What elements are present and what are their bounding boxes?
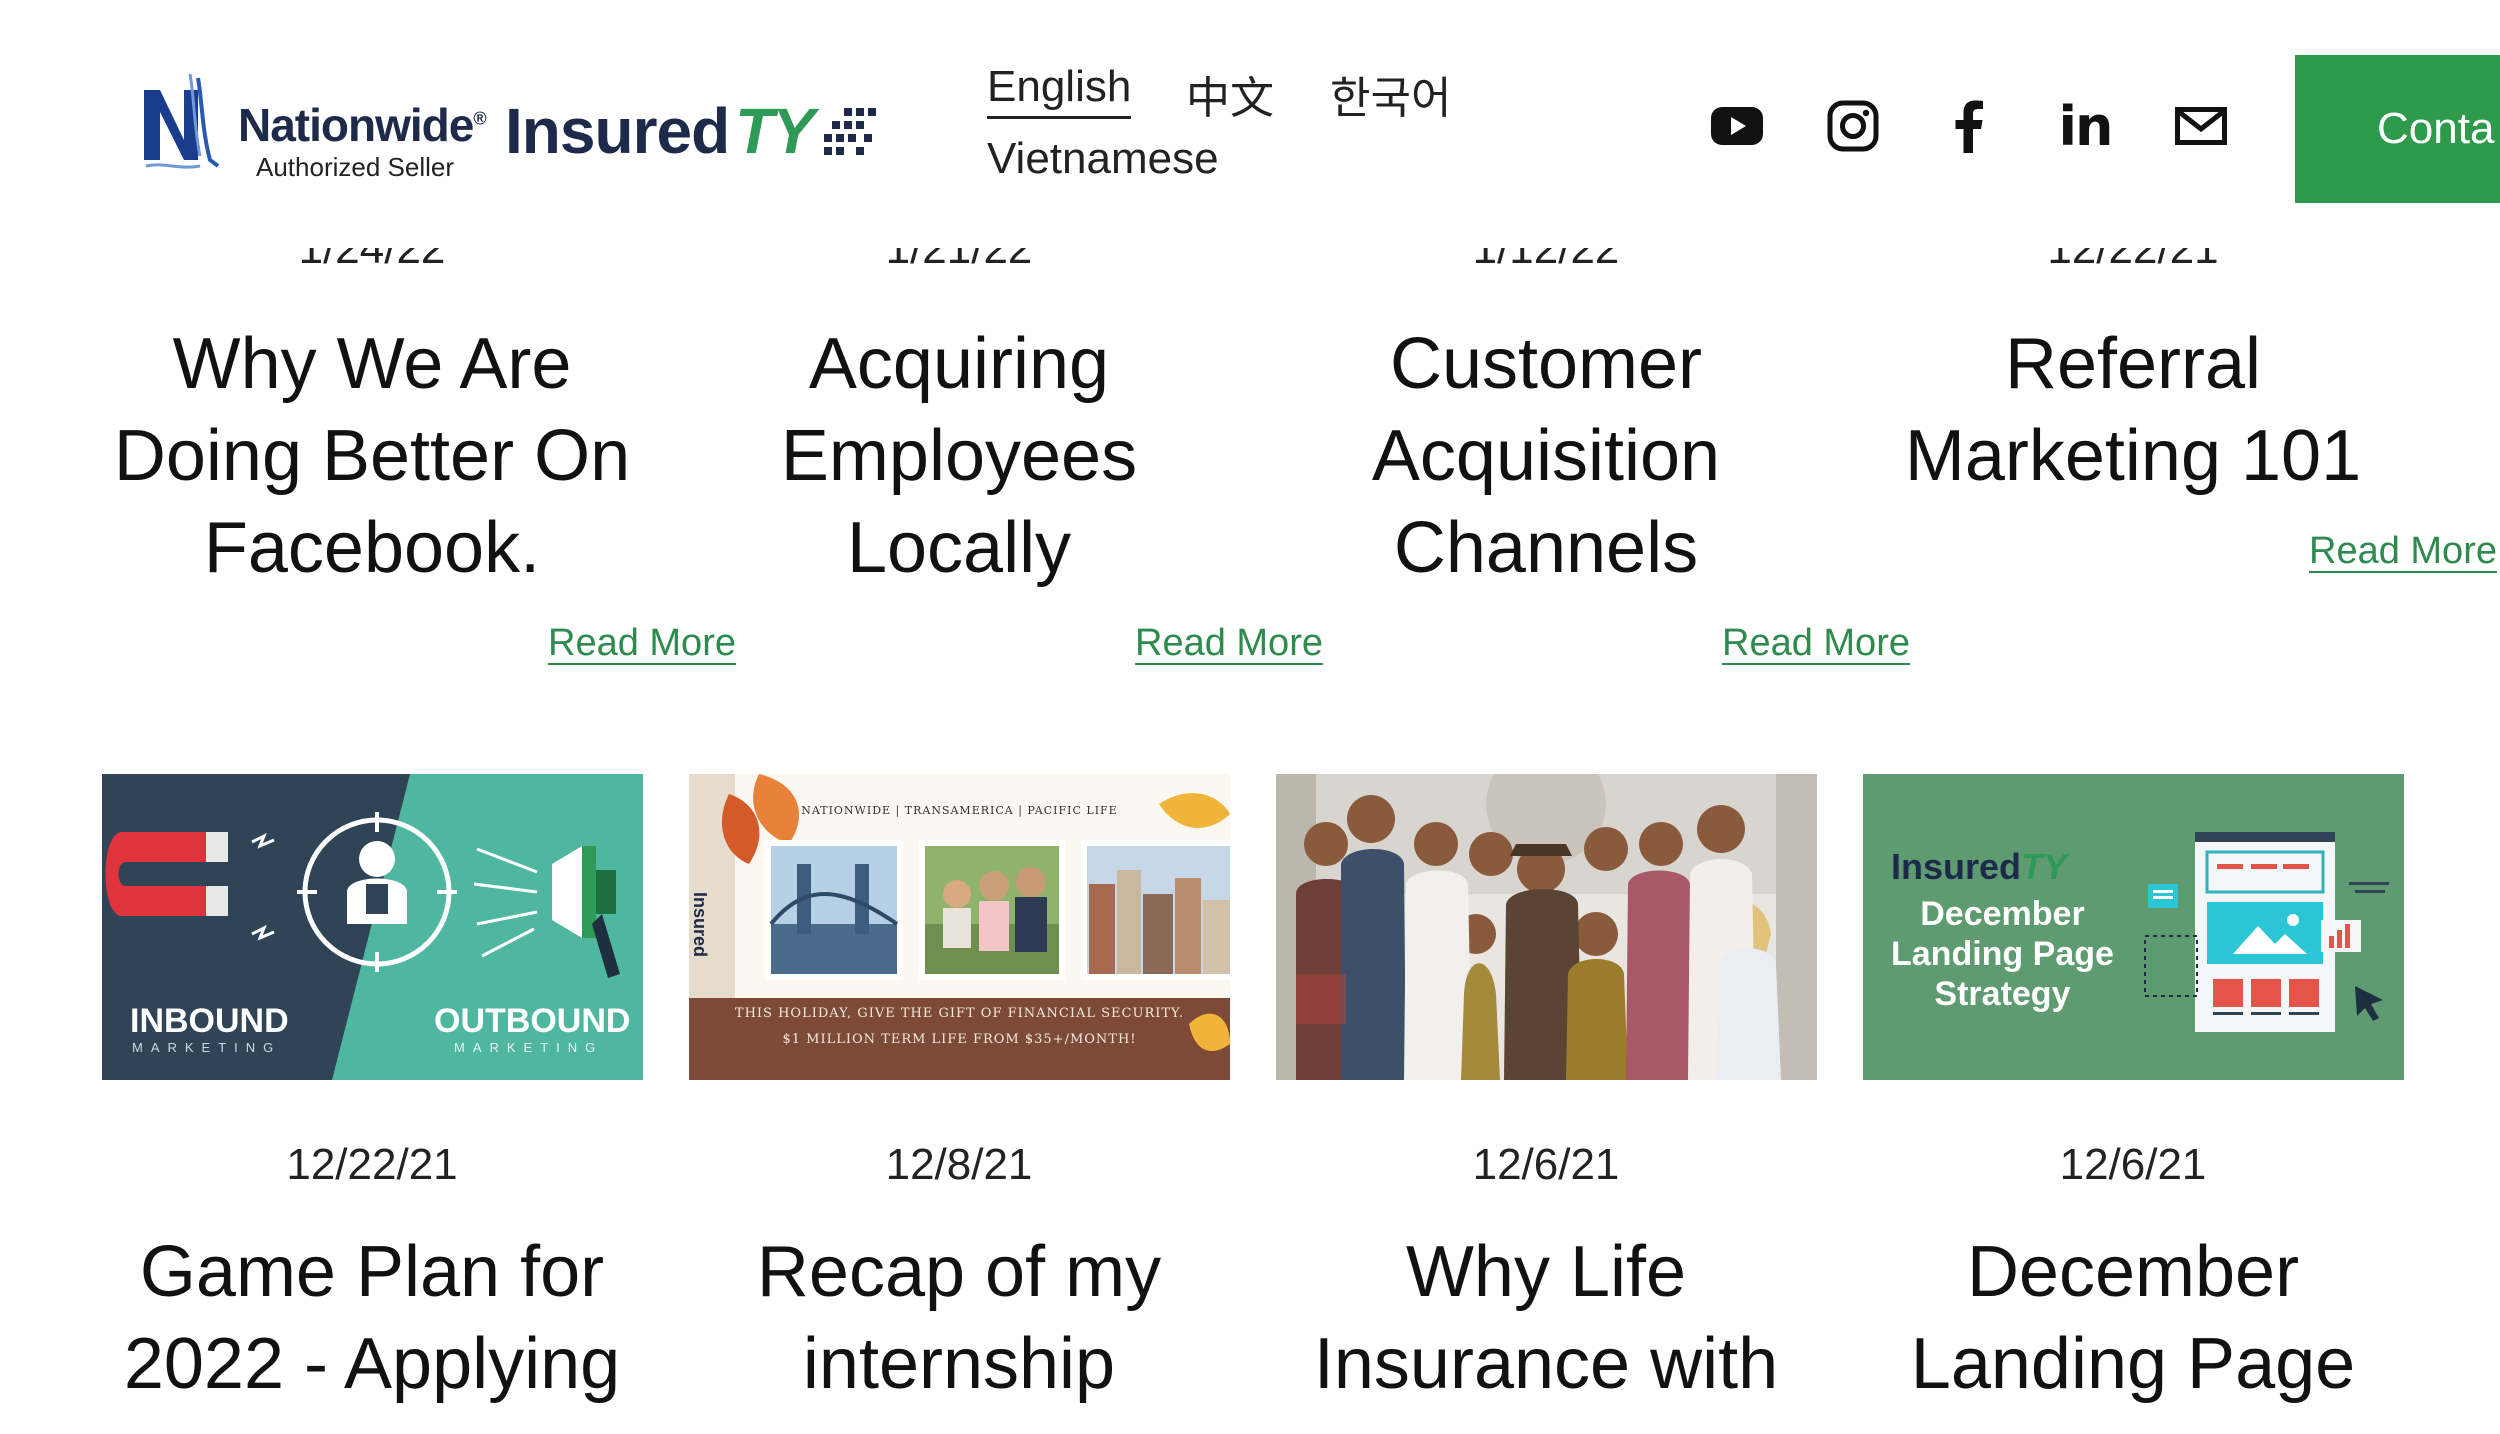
post-title[interactable]: Referral Marketing 101 — [1863, 318, 2403, 502]
post-title[interactable]: Acquiring Employees Locally — [689, 318, 1229, 594]
site-logo[interactable]: Nationwide® Authorized Seller Insured TY — [140, 70, 880, 190]
lang-english-link[interactable]: English — [987, 62, 1132, 119]
thumb-caption-line: Strategy — [1934, 975, 2071, 1013]
title-line: Customer — [1389, 324, 1703, 404]
lang-korean-link[interactable]: 한국어 — [1330, 62, 1451, 126]
thumb-caption: December Landing Page Strategy — [1891, 894, 2114, 1014]
post-thumbnail[interactable]: InsuredTY December Landing Page Strategy — [1863, 774, 2404, 1080]
read-more-link[interactable]: Read More — [1546, 622, 2086, 665]
nationwide-eagle-logo — [144, 73, 220, 169]
thumb-brand: InsuredTY — [1891, 846, 2067, 888]
title-line: internship — [802, 1324, 1116, 1404]
post-title[interactable]: Why We Are Doing Better On Facebook. — [102, 318, 642, 594]
flyer-line-2: $1 MILLION TERM LIFE FROM $35+/MONTH! — [782, 1032, 1137, 1047]
youtube-icon[interactable] — [1707, 96, 1767, 156]
title-line: Channels — [1393, 508, 1699, 588]
authorized-seller-text: Authorized Seller — [256, 152, 454, 182]
post-date: 12/8/21 — [885, 1140, 1033, 1189]
post-thumbnail[interactable] — [1276, 774, 1817, 1080]
flyer-top-text: NATIONWIDE | TRANSAMERICA | PACIFIC LIFE — [801, 804, 1118, 817]
flyer-side-logo: Insured — [690, 891, 711, 958]
title-line: Recap of my — [756, 1232, 1162, 1312]
post-thumbnail[interactable]: NATIONWIDE | TRANSAMERICA | PACIFIC LIFE… — [689, 774, 1230, 1080]
nationwide-wordmark: Nationwide® — [238, 98, 487, 152]
post-title[interactable]: Why Life Insurance with — [1276, 1226, 1816, 1410]
family-photo — [1276, 774, 1817, 1080]
insuredty-ty-text: TY — [735, 95, 815, 167]
inbound-sub-label: MARKETING — [132, 1040, 282, 1055]
insuredty-wordmark: Insured — [505, 95, 730, 167]
outbound-sub-label: MARKETING — [454, 1040, 604, 1055]
registered-mark: ® — [473, 108, 486, 129]
thumb-brand-text: Insured — [1891, 846, 2022, 887]
site-header: Nationwide® Authorized Seller Insured TY… — [0, 0, 2500, 248]
read-more-link[interactable]: Read More — [372, 622, 912, 665]
title-line: Acquisition — [1371, 416, 1721, 496]
thumb-caption-line: December — [1920, 895, 2085, 933]
thumb-brand-ty: TY — [2021, 846, 2068, 887]
title-line: Referral — [2004, 324, 2262, 404]
title-line: December — [1966, 1232, 2300, 1312]
title-line: Employees — [780, 416, 1138, 496]
lang-chinese-link[interactable]: 中文 — [1186, 62, 1274, 126]
flyer-line-1: THIS HOLIDAY, GIVE THE GIFT OF FINANCIAL… — [734, 1006, 1185, 1021]
post-title[interactable]: Game Plan for 2022 - Applying — [102, 1226, 642, 1410]
title-line: Why Life — [1405, 1232, 1687, 1312]
post-title[interactable]: Customer Acquisition Channels — [1276, 318, 1816, 594]
post-title[interactable]: Recap of my internship — [689, 1226, 1229, 1410]
post-date: 12/6/21 — [2059, 1140, 2207, 1189]
post-date: 12/6/21 — [1472, 1140, 1620, 1189]
post-date: 12/22/21 — [286, 1140, 458, 1189]
title-line: Game Plan for — [139, 1232, 605, 1312]
title-line: Facebook. — [203, 508, 541, 588]
read-more-link[interactable]: Read More — [959, 622, 1499, 665]
lang-vietnamese-link[interactable]: Vietnamese — [987, 134, 1219, 184]
insuredty-dots-icon — [824, 108, 876, 155]
title-line: Doing Better On — [113, 416, 631, 496]
mail-icon[interactable] — [2171, 96, 2231, 156]
title-line: Why We Are — [172, 324, 572, 404]
title-line: Acquiring — [808, 324, 1110, 404]
title-line: Locally — [846, 508, 1072, 588]
title-line: Insurance with — [1313, 1324, 1779, 1404]
facebook-icon[interactable] — [1939, 96, 1999, 156]
inbound-label: INBOUND — [130, 1002, 289, 1040]
nationwide-text: Nationwide — [238, 99, 474, 151]
title-line: Landing Page — [1910, 1324, 2356, 1404]
linkedin-glyph: in — [2058, 94, 2114, 158]
post-title[interactable]: December Landing Page — [1863, 1226, 2403, 1410]
instagram-icon[interactable] — [1823, 96, 1883, 156]
outbound-label: OUTBOUND — [434, 1002, 631, 1040]
post-thumbnail[interactable]: INBOUND MARKETING OUTBOUND MARKETING — [102, 774, 643, 1080]
linkedin-icon[interactable]: in — [2055, 94, 2115, 158]
title-line: Marketing 101 — [1904, 416, 2362, 496]
contact-button[interactable]: Conta — [2295, 55, 2500, 203]
thumb-caption-line: Landing Page — [1891, 935, 2114, 973]
read-more-link[interactable]: Read More — [2133, 530, 2500, 573]
title-line: 2022 - Applying — [123, 1324, 621, 1404]
